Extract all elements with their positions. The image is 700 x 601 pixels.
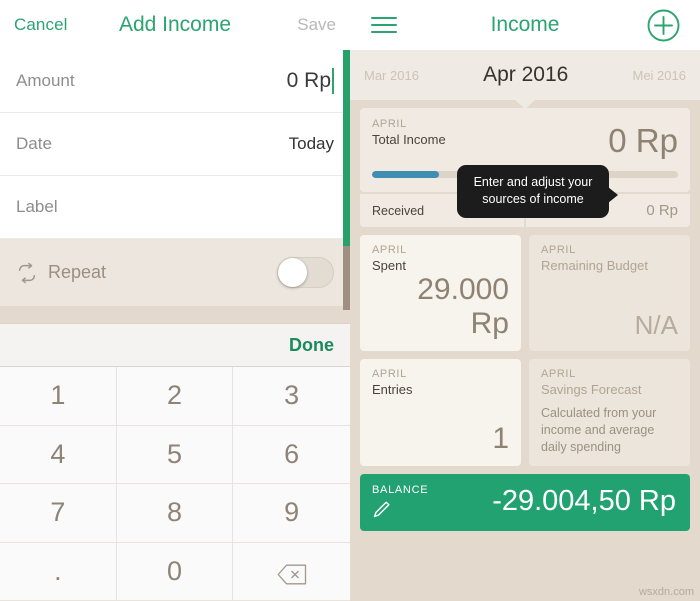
spent-name: Spent <box>372 258 406 273</box>
entries-name: Entries <box>372 382 413 397</box>
key-0[interactable]: 0 <box>116 542 234 601</box>
income-overview-pane: Income Mar 2016 Apr 2016 Mei 2016 APRIL <box>350 0 700 601</box>
total-income-titles: APRIL Total Income <box>372 118 446 147</box>
balance-amount: -29.004,50 Rp <box>492 484 676 517</box>
repeat-icon <box>16 262 38 284</box>
key-3[interactable]: 3 <box>233 367 350 426</box>
pencil-icon[interactable] <box>372 499 392 519</box>
watermark: wsxdn.com <box>638 586 694 598</box>
spent-card[interactable]: APRIL Spent 29.000 Rp <box>360 235 521 351</box>
amount-value-wrap[interactable]: 0 Rp <box>287 68 334 94</box>
key-backspace[interactable] <box>233 542 350 601</box>
repeat-row[interactable]: Repeat <box>0 239 350 306</box>
pane-edge-accent-green <box>343 50 350 246</box>
month-selector: Mar 2016 Apr 2016 Mei 2016 <box>350 50 700 109</box>
done-button[interactable]: Done <box>289 335 334 356</box>
remaining-budget-name: Remaining Budget <box>541 258 648 273</box>
entries-kicker: APRIL <box>372 368 407 380</box>
summary-cards: APRIL Total Income 0 Rp Received 0 Rp Up… <box>350 100 700 601</box>
remaining-budget-kicker: APRIL <box>541 244 576 256</box>
numeric-keypad: 1 2 3 4 5 6 7 8 9 . 0 <box>0 367 350 601</box>
repeat-toggle[interactable] <box>277 257 334 288</box>
balance-left: BALANCE <box>372 484 428 519</box>
amount-label: Amount <box>16 71 75 90</box>
month-previous[interactable]: Mar 2016 <box>364 68 419 83</box>
date-value[interactable]: Today <box>289 134 334 154</box>
entries-card[interactable]: APRIL Entries 1 <box>360 359 521 466</box>
remaining-budget-value: N/A <box>634 310 678 340</box>
add-income-pane: Cancel Add Income Save Amount 0 Rp Date … <box>0 0 350 601</box>
key-6[interactable]: 6 <box>233 425 350 484</box>
savings-forecast-kicker: APRIL <box>541 368 576 380</box>
savings-forecast-note: Calculated from your income and average … <box>541 406 657 454</box>
plus-circle-icon[interactable] <box>647 9 680 42</box>
balance-kicker: BALANCE <box>372 483 429 496</box>
amount-row[interactable]: Amount 0 Rp <box>0 50 350 113</box>
key-2[interactable]: 2 <box>116 367 234 426</box>
received-label: Received <box>372 203 425 218</box>
backspace-icon <box>277 561 307 585</box>
total-income-kicker: APRIL <box>372 118 407 130</box>
text-cursor <box>332 68 334 94</box>
repeat-toggle-knob <box>278 258 307 287</box>
key-4[interactable]: 4 <box>0 425 117 484</box>
date-label: Date <box>16 134 52 153</box>
income-form: Amount 0 Rp Date Today Label Repeat <box>0 50 350 323</box>
date-row[interactable]: Date Today <box>0 113 350 176</box>
hamburger-icon[interactable] <box>370 15 398 35</box>
key-1[interactable]: 1 <box>0 367 117 426</box>
pane-edge-accent-taupe <box>343 246 350 310</box>
total-income-top: APRIL Total Income 0 Rp <box>372 118 678 157</box>
upcoming-value: 0 Rp <box>646 202 678 219</box>
entries-spacer <box>372 397 509 422</box>
repeat-left-group: Repeat <box>16 262 106 284</box>
app-screen: Cancel Add Income Save Amount 0 Rp Date … <box>0 0 700 601</box>
repeat-label: Repeat <box>48 262 107 282</box>
label-row[interactable]: Label <box>0 176 350 239</box>
form-bottom-filler <box>0 306 350 323</box>
income-navbar: Income <box>350 0 700 50</box>
amount-input[interactable]: 0 Rp <box>287 69 331 93</box>
entries-value: 1 <box>492 421 509 455</box>
total-income-name: Total Income <box>372 132 446 147</box>
month-current[interactable]: Apr 2016 <box>483 63 568 87</box>
cards-row-2: APRIL Entries 1 APRIL Savings Forecast C… <box>360 359 690 466</box>
key-8[interactable]: 8 <box>116 484 234 543</box>
remaining-budget-card[interactable]: APRIL Remaining Budget N/A <box>529 235 690 351</box>
save-button[interactable]: Save <box>297 15 336 35</box>
income-tooltip-text: Enter and adjust your sources of income <box>473 175 593 207</box>
label-field-label: Label <box>16 197 58 216</box>
key-9[interactable]: 9 <box>233 484 350 543</box>
key-decimal-label: . <box>54 555 62 586</box>
total-income-amount: 0 Rp <box>608 122 678 159</box>
tooltip-arrow <box>608 187 618 203</box>
remaining-budget-spacer <box>541 273 678 310</box>
spent-value: 29.000 Rp <box>417 273 509 340</box>
income-tooltip[interactable]: Enter and adjust your sources of income <box>457 165 618 218</box>
savings-forecast-card[interactable]: APRIL Savings Forecast Calculated from y… <box>529 359 690 466</box>
key-7[interactable]: 7 <box>0 484 117 543</box>
add-income-navbar: Cancel Add Income Save <box>0 0 350 50</box>
income-progress-fill <box>372 171 440 178</box>
balance-card[interactable]: BALANCE -29.004,50 Rp <box>360 473 690 531</box>
key-5[interactable]: 5 <box>116 425 234 484</box>
cards-row-1: APRIL Spent 29.000 Rp APRIL Remaining Bu… <box>360 235 690 351</box>
keyboard-accessory-bar: Done <box>0 323 350 367</box>
spent-kicker: APRIL <box>372 244 407 256</box>
key-decimal[interactable]: . <box>0 542 117 601</box>
cancel-button[interactable]: Cancel <box>14 15 68 35</box>
month-next[interactable]: Mei 2016 <box>633 68 686 83</box>
savings-forecast-name: Savings Forecast <box>541 382 642 397</box>
